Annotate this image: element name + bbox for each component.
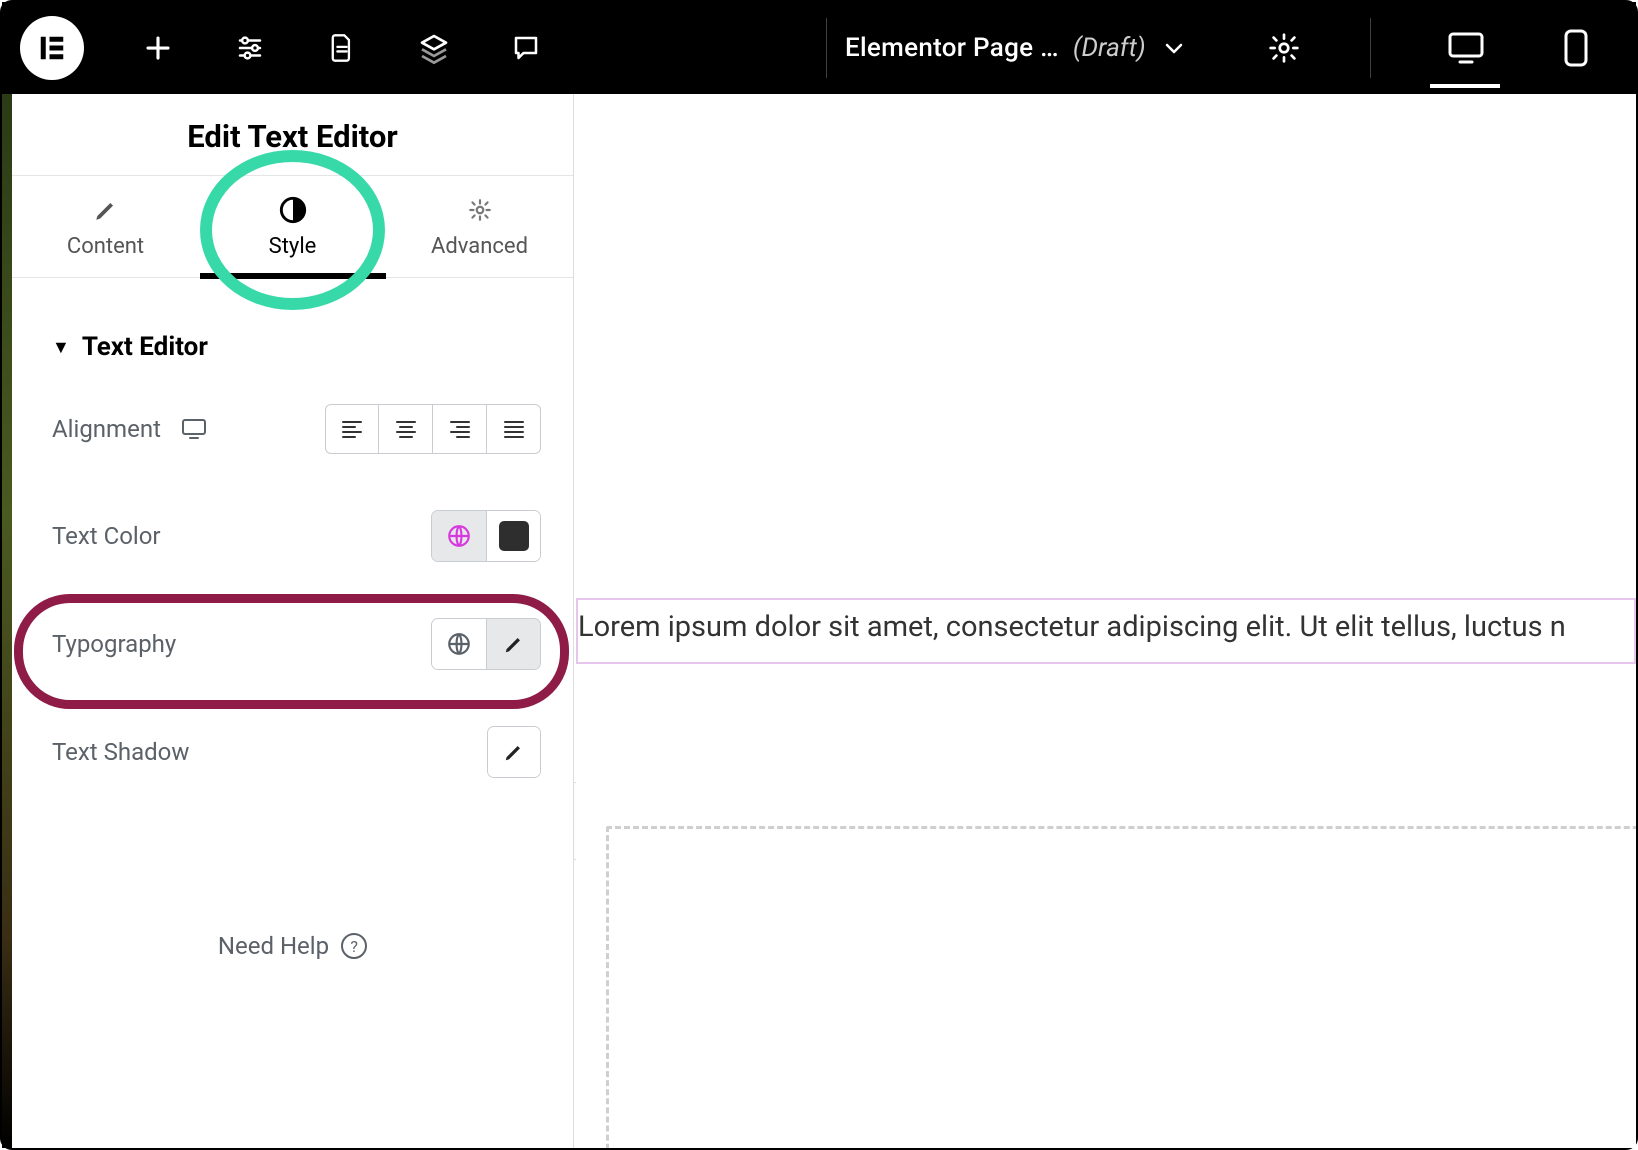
control-text-color: Text Color bbox=[12, 468, 573, 576]
align-right-button[interactable] bbox=[433, 404, 487, 454]
text-editor-widget[interactable]: Lorem ipsum dolor sit amet, consectetur … bbox=[576, 598, 1636, 664]
text-shadow-control bbox=[487, 726, 541, 778]
elementor-logo-icon bbox=[37, 33, 67, 63]
active-view-indicator bbox=[1430, 84, 1500, 88]
history-button[interactable] bbox=[388, 2, 480, 94]
color-picker-button[interactable] bbox=[486, 511, 540, 561]
gear-icon bbox=[466, 196, 494, 224]
page-settings-button[interactable] bbox=[1238, 2, 1330, 94]
control-alignment: Alignment bbox=[12, 374, 573, 468]
desktop-icon bbox=[1446, 30, 1486, 66]
mobile-view-button[interactable] bbox=[1546, 28, 1606, 68]
help-text: Need Help bbox=[218, 932, 329, 960]
editor-panel: Edit Text Editor Content Style Advanced … bbox=[12, 94, 574, 1148]
align-left-button[interactable] bbox=[325, 404, 379, 454]
contrast-icon bbox=[279, 196, 307, 224]
topbar: Elementor Page … (Draft) bbox=[2, 2, 1636, 94]
section-title: Text Editor bbox=[82, 332, 208, 362]
widget-text-content: Lorem ipsum dolor sit amet, consectetur … bbox=[578, 610, 1566, 644]
tab-content-label: Content bbox=[67, 234, 144, 259]
alignment-label: Alignment bbox=[52, 415, 161, 443]
align-right-icon bbox=[449, 420, 471, 438]
tab-advanced[interactable]: Advanced bbox=[386, 176, 573, 277]
editor-canvas[interactable]: Lorem ipsum dolor sit amet, consectetur … bbox=[576, 94, 1636, 1148]
active-tab-indicator bbox=[200, 273, 386, 279]
pencil-icon bbox=[503, 741, 525, 763]
pencil-icon bbox=[503, 633, 525, 655]
tab-style-label: Style bbox=[269, 234, 317, 259]
panel-title: Edit Text Editor bbox=[12, 94, 573, 175]
section-text-editor[interactable]: ▼ Text Editor bbox=[12, 278, 573, 374]
caret-down-icon: ▼ bbox=[52, 337, 70, 358]
text-shadow-edit-button[interactable] bbox=[488, 727, 540, 777]
desktop-view-button[interactable] bbox=[1436, 30, 1496, 66]
text-shadow-label: Text Shadow bbox=[52, 738, 189, 766]
question-icon: ? bbox=[341, 933, 367, 959]
responsive-picker[interactable] bbox=[181, 418, 207, 440]
toolbar-separator bbox=[826, 18, 827, 78]
desktop-icon bbox=[181, 418, 207, 440]
align-center-icon bbox=[395, 420, 417, 438]
add-element-button[interactable] bbox=[112, 2, 204, 94]
alignment-buttons bbox=[325, 404, 541, 454]
document-icon bbox=[328, 33, 356, 63]
typography-label: Typography bbox=[52, 630, 176, 658]
page-status: (Draft) bbox=[1073, 33, 1146, 63]
global-color-button[interactable] bbox=[432, 511, 486, 561]
align-justify-button[interactable] bbox=[487, 404, 541, 454]
need-help-link[interactable]: Need Help ? bbox=[12, 792, 573, 960]
color-swatch bbox=[499, 521, 529, 551]
dropzone[interactable] bbox=[606, 826, 1636, 1148]
tab-style[interactable]: Style bbox=[199, 176, 386, 277]
panel-tabs: Content Style Advanced bbox=[12, 175, 573, 278]
elementor-logo[interactable] bbox=[20, 16, 84, 80]
sliders-icon bbox=[235, 33, 265, 63]
page-title[interactable]: Elementor Page … bbox=[845, 33, 1059, 63]
align-center-button[interactable] bbox=[379, 404, 433, 454]
alignment-label-group: Alignment bbox=[52, 415, 207, 443]
desktop-wallpaper-strip bbox=[2, 94, 12, 1148]
structure-button[interactable] bbox=[296, 2, 388, 94]
site-settings-button[interactable] bbox=[204, 2, 296, 94]
responsive-switcher bbox=[1436, 28, 1606, 68]
control-typography: Typography bbox=[12, 576, 573, 684]
gear-icon bbox=[1268, 32, 1300, 64]
control-text-shadow: Text Shadow bbox=[12, 684, 573, 792]
typography-edit-button[interactable] bbox=[486, 619, 540, 669]
typography-control bbox=[431, 618, 541, 670]
topbar-left bbox=[20, 2, 572, 94]
align-left-icon bbox=[341, 420, 363, 438]
chat-icon bbox=[511, 33, 541, 63]
tab-content[interactable]: Content bbox=[12, 176, 199, 277]
globe-icon bbox=[446, 523, 472, 549]
global-typography-button[interactable] bbox=[432, 619, 486, 669]
notes-button[interactable] bbox=[480, 2, 572, 94]
plus-icon bbox=[143, 33, 173, 63]
toolbar-separator bbox=[1370, 18, 1371, 78]
mobile-icon bbox=[1562, 28, 1590, 68]
align-justify-icon bbox=[503, 420, 525, 438]
layers-icon bbox=[418, 32, 450, 64]
globe-icon bbox=[446, 631, 472, 657]
topbar-title-group: Elementor Page … (Draft) bbox=[822, 2, 1375, 94]
text-color-control bbox=[431, 510, 541, 562]
tab-advanced-label: Advanced bbox=[431, 234, 528, 259]
pencil-icon bbox=[92, 196, 120, 224]
text-color-label: Text Color bbox=[52, 522, 161, 550]
chevron-down-icon[interactable] bbox=[1164, 41, 1184, 55]
